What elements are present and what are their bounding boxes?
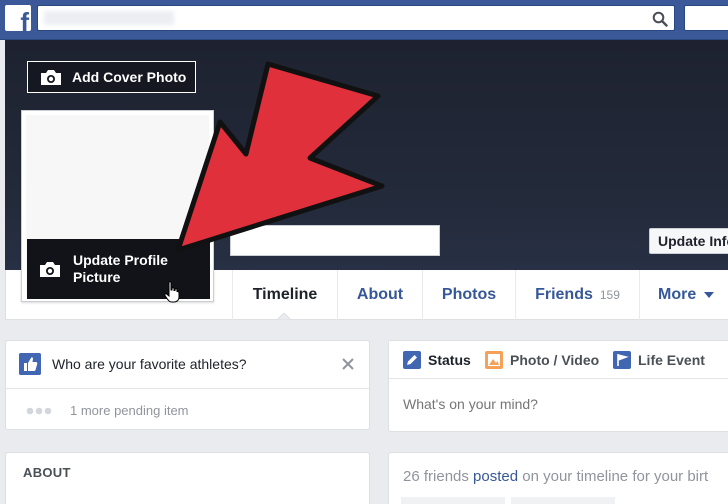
camera-icon (40, 261, 60, 277)
composer-tab-status[interactable]: Status (403, 351, 471, 369)
composer-tab-photo-video-label: Photo / Video (510, 352, 600, 368)
add-cover-photo-label: Add Cover Photo (72, 69, 187, 85)
flag-icon (613, 351, 631, 369)
composer-tab-life-event[interactable]: Life Event (613, 351, 705, 369)
status-input[interactable] (403, 396, 723, 412)
tab-photos-label: Photos (441, 286, 497, 303)
question-row[interactable]: Who are your favorite athletes? (6, 341, 369, 389)
tab-photos[interactable]: Photos (422, 270, 515, 320)
composer-tab-life-event-label: Life Event (638, 352, 705, 368)
friends-count: 159 (599, 288, 620, 302)
search-input[interactable] (44, 9, 644, 27)
profile-picture-frame[interactable]: Update Profile Picture (21, 110, 214, 302)
update-profile-picture-button[interactable]: Update Profile Picture (27, 239, 210, 299)
search-icon[interactable] (652, 11, 668, 27)
pending-items-link[interactable]: 1 more pending item (70, 403, 189, 418)
tab-more-label: More (658, 286, 697, 303)
tab-more[interactable]: More (639, 270, 728, 320)
post-composer: Status Photo / Video Life Event (388, 340, 728, 432)
pencil-icon (403, 351, 421, 369)
add-cover-photo-button[interactable]: Add Cover Photo (27, 61, 196, 93)
camera-icon (41, 69, 61, 85)
composer-tab-status-label: Status (428, 352, 471, 368)
profile-name-placeholder (230, 225, 440, 256)
hand-cursor-icon (164, 281, 180, 303)
friends-posted-prefix: 26 friends (403, 468, 474, 485)
friends-posted-card: 26 friends posted on your timeline for y… (388, 452, 728, 504)
chevron-down-icon (704, 292, 715, 298)
topbar-right-button[interactable] (684, 5, 728, 31)
tab-friends[interactable]: Friends 159 (515, 270, 639, 320)
update-info-button[interactable]: Update Info (649, 228, 728, 254)
post-thumbnail[interactable] (511, 497, 615, 504)
friends-posted-suffix: on your timeline for your birt (518, 468, 709, 485)
question-text: Who are your favorite athletes? (52, 356, 247, 372)
tab-friends-label: Friends (535, 286, 593, 303)
more-dots-icon (26, 407, 52, 415)
tab-about[interactable]: About (337, 270, 422, 320)
facebook-logo-icon[interactable]: f (5, 5, 31, 31)
friends-posted-text: 26 friends posted on your timeline for y… (403, 468, 708, 485)
top-navigation-bar: f (0, 0, 728, 40)
posted-link[interactable]: posted (473, 468, 518, 485)
active-tab-pointer-icon (277, 313, 291, 320)
about-card: ABOUT (5, 452, 370, 504)
about-title: ABOUT (23, 465, 71, 480)
update-info-label: Update Info (658, 233, 728, 249)
photo-icon (485, 351, 503, 369)
tab-timeline-label: Timeline (252, 286, 318, 303)
question-card: Who are your favorite athletes? 1 more p… (5, 340, 370, 430)
post-thumbnail[interactable] (401, 497, 505, 504)
tab-about-label: About (356, 286, 404, 303)
close-icon[interactable] (341, 357, 355, 371)
search-box[interactable] (37, 5, 675, 31)
composer-tab-photo-video[interactable]: Photo / Video (485, 351, 599, 369)
thumbs-up-icon (19, 353, 41, 375)
composer-tabs: Status Photo / Video Life Event (389, 341, 728, 379)
